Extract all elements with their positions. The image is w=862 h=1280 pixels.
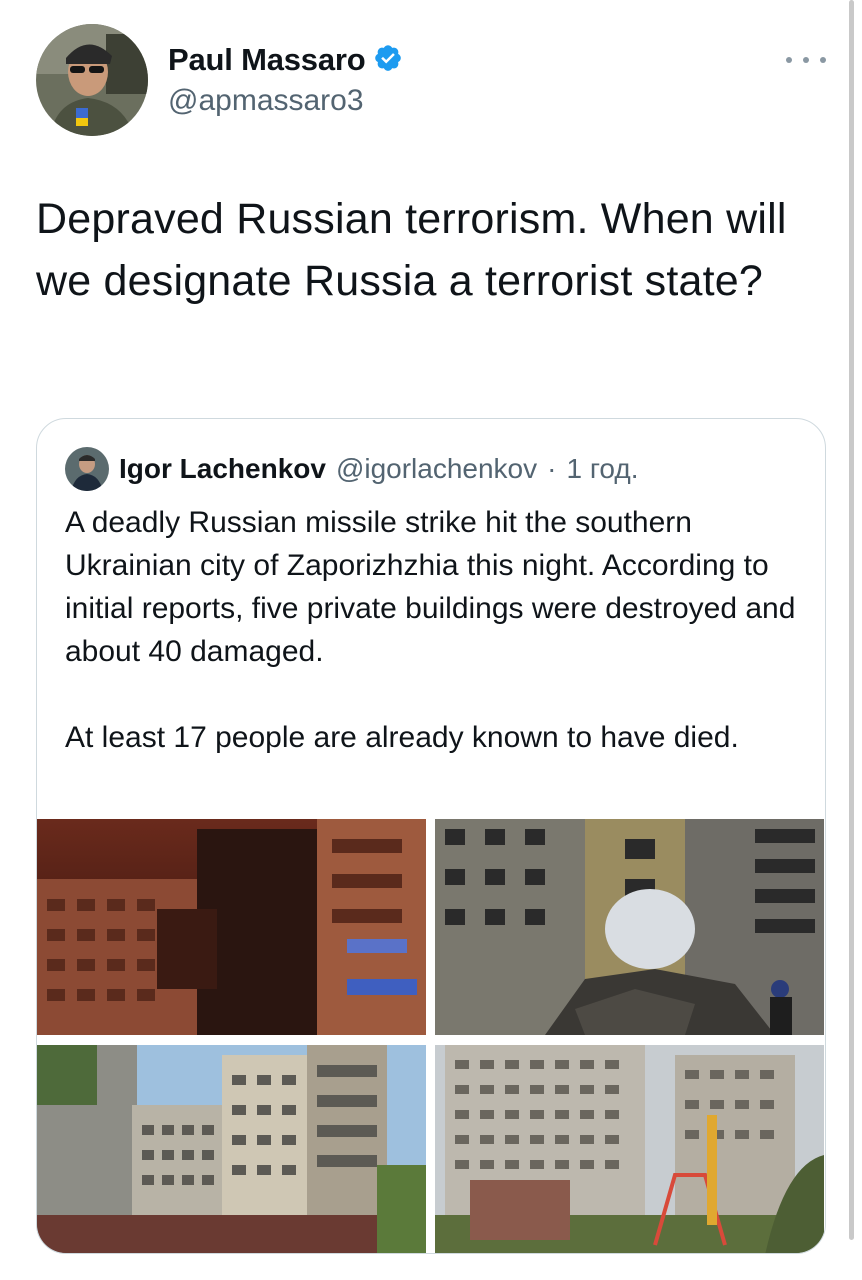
avatar-image [36,24,148,136]
quoted-author-name[interactable]: Igor Lachenkov [119,453,326,485]
author-name[interactable]: Paul Massaro [168,42,366,78]
quoted-avatar-image [65,447,109,491]
ellipsis-icon-dot [803,57,809,63]
quoted-author-avatar[interactable] [65,447,109,491]
quoted-tweet-time[interactable]: 1 год. [566,453,638,485]
separator-dot: · [547,453,557,484]
quoted-author-handle[interactable]: @igorlachenkov [336,453,537,485]
quoted-tweet-text: A deadly Russian missile strike hit the … [65,506,796,754]
more-options-button[interactable] [786,50,826,70]
author-name-row[interactable]: Paul Massaro [168,42,403,78]
author-avatar[interactable] [36,24,148,136]
ellipsis-icon-dot [820,57,826,63]
scrollbar[interactable] [849,0,854,1240]
photo-2[interactable] [435,819,824,1035]
tweet-text: Depraved Russian terrorism. When will we… [36,195,787,305]
verified-badge-icon [373,43,403,78]
media-grid [37,819,824,1253]
photo-3[interactable] [37,1045,426,1253]
author-handle[interactable]: @apmassaro3 [168,84,364,118]
photo-1[interactable] [37,819,426,1035]
photo-4[interactable] [435,1045,824,1253]
ellipsis-icon [786,57,792,63]
quoted-tweet-card[interactable]: Igor Lachenkov @igorlachenkov · 1 год. A… [36,418,826,1254]
quoted-tweet-header: Igor Lachenkov @igorlachenkov · 1 год. [65,447,639,491]
